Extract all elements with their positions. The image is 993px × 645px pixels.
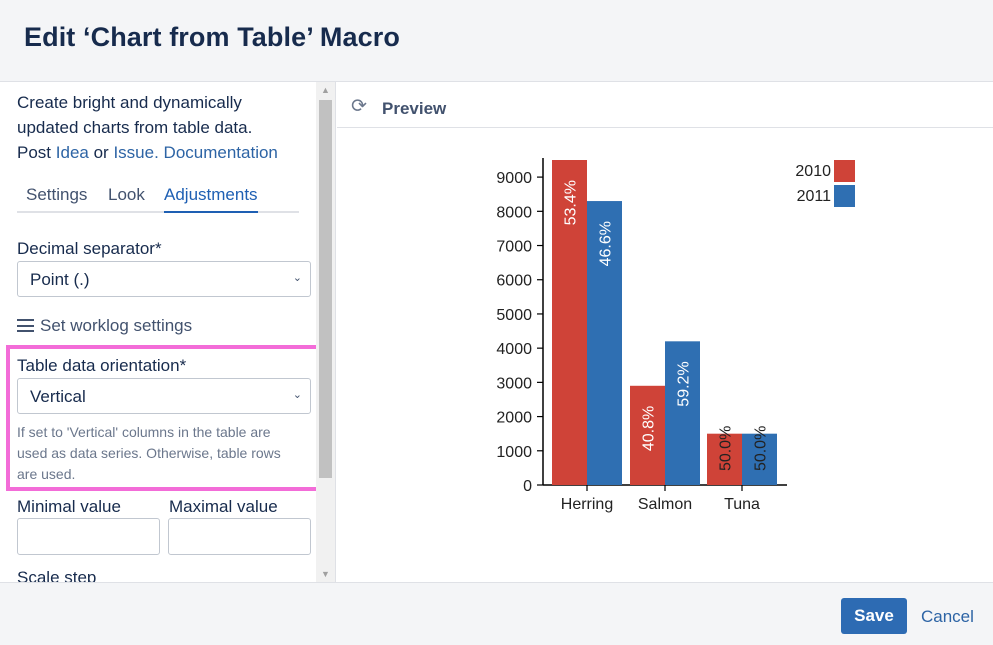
cancel-link[interactable]: Cancel xyxy=(921,607,974,627)
data-label: 40.8% xyxy=(641,406,658,451)
orientation-label: Table data orientation* xyxy=(17,356,187,375)
tab-adjustments[interactable]: Adjustments xyxy=(164,185,258,213)
legend-swatch xyxy=(834,160,855,182)
intro-description: Create bright and dynamically updated ch… xyxy=(17,93,253,137)
settings-tabs: Settings Look Adjustments xyxy=(17,185,299,213)
settings-panel[interactable]: Create bright and dynamically updated ch… xyxy=(0,82,336,582)
scroll-thumb[interactable] xyxy=(319,100,332,478)
data-label: 46.6% xyxy=(598,221,615,266)
preview-panel: ⟳ Preview 0 1000 2000 3000 4000 5000 6000 7000 8… xyxy=(337,82,993,582)
documentation-link[interactable]: Documentation xyxy=(164,143,278,162)
y-tick-label: 0 xyxy=(523,478,532,495)
y-tick-label: 4000 xyxy=(496,341,532,358)
scale-step-label: Scale step xyxy=(17,568,97,582)
worklog-settings-link[interactable]: Set worklog settings xyxy=(17,316,192,336)
legend-label: 2011 xyxy=(797,188,832,205)
data-label: 50.0% xyxy=(718,426,735,471)
scroll-down-icon[interactable]: ▼ xyxy=(319,568,332,580)
issue-link[interactable]: Issue. xyxy=(113,143,158,162)
y-tick-label: 6000 xyxy=(496,273,532,290)
chevron-down-icon: ⌄ xyxy=(292,272,302,284)
y-tick-label: 7000 xyxy=(496,239,532,256)
intro-post: Post xyxy=(17,143,52,162)
tab-settings[interactable]: Settings xyxy=(26,185,87,213)
dialog-footer: Save Cancel xyxy=(0,582,993,645)
dialog-title: Edit ‘Chart from Table’ Macro xyxy=(24,22,400,52)
x-tick-label: Salmon xyxy=(638,496,692,513)
min-value-label: Minimal value xyxy=(17,497,121,516)
scroll-up-icon[interactable]: ▲ xyxy=(319,84,332,96)
decimal-separator-value: Point (.) xyxy=(30,270,90,289)
worklog-label: Set worklog settings xyxy=(40,316,193,335)
min-value-input[interactable] xyxy=(17,518,160,555)
data-label: 50.0% xyxy=(753,426,770,471)
idea-link[interactable]: Idea xyxy=(56,143,89,162)
menu-icon xyxy=(17,319,34,332)
x-tick-label: Herring xyxy=(561,496,613,513)
decimal-separator-select[interactable]: Point (.) ⌄ xyxy=(17,261,311,297)
y-tick-label: 9000 xyxy=(496,170,532,187)
legend-swatch xyxy=(834,185,855,207)
orientation-value: Vertical xyxy=(30,387,86,406)
max-value-input[interactable] xyxy=(168,518,311,555)
y-tick-label: 2000 xyxy=(496,410,532,427)
chevron-down-icon: ⌄ xyxy=(292,389,302,401)
orientation-help-text: If set to 'Vertical' columns in the tabl… xyxy=(17,424,281,482)
scrollbar[interactable]: ▲ ▼ xyxy=(316,82,335,582)
orientation-select[interactable]: Vertical ⌄ xyxy=(17,378,311,414)
x-tick-label: Tuna xyxy=(724,496,760,513)
data-label: 53.4% xyxy=(563,180,580,225)
data-label: 59.2% xyxy=(676,361,693,406)
bar-chart: 0 1000 2000 3000 4000 5000 6000 7000 8000 9000 53.… xyxy=(496,158,855,513)
decimal-separator-label: Decimal separator* xyxy=(17,239,162,258)
tab-look[interactable]: Look xyxy=(108,185,145,213)
save-button[interactable]: Save xyxy=(841,598,907,634)
intro-text: Create bright and dynamically updated ch… xyxy=(17,90,307,165)
y-tick-label: 5000 xyxy=(496,307,532,324)
max-value-label: Maximal value xyxy=(169,497,278,516)
legend-label: 2010 xyxy=(795,163,831,180)
intro-or: or xyxy=(93,143,109,162)
y-tick-label: 1000 xyxy=(496,444,532,461)
dialog-header: Edit ‘Chart from Table’ Macro xyxy=(0,0,993,82)
y-tick-label: 3000 xyxy=(496,375,532,392)
y-tick-label: 8000 xyxy=(496,204,532,221)
